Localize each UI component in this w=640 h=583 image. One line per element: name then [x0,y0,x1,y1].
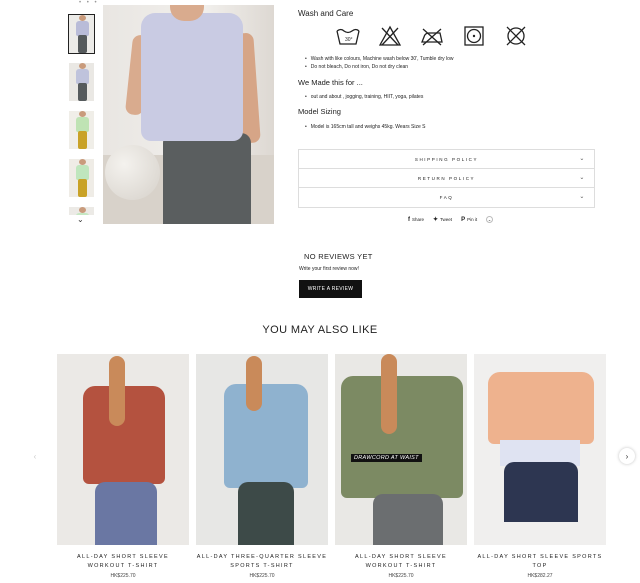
share-pinterest-link[interactable]: P Pin it [461,217,477,223]
wash-care-heading: Wash and Care [298,9,354,18]
write-review-button[interactable]: WRITE A REVIEW [299,280,362,298]
pinterest-icon: P [461,216,466,223]
made-for-list: out and about , jogging, training, HIIT,… [305,93,424,101]
product-card[interactable]: ALL-DAY SHORT SLEEVE SPORTS TOP HK$282.2… [474,354,606,579]
product-shirt [488,372,594,444]
return-policy-toggle[interactable]: RETURN POLICY ⌄ [299,169,594,188]
carousel-prev-button[interactable]: ‹ [27,448,43,464]
thumb-scroll-up-indicator[interactable]: • • • [79,0,99,6]
main-product-image[interactable] [103,5,274,224]
chevron-down-icon: ⌄ [579,194,586,200]
also-like-heading: YOU MAY ALSO LIKE [262,324,378,336]
product-price: HK$225.70 [110,573,136,579]
drawcord-tag: DRAWCORD AT WAIST [351,454,422,462]
product-card[interactable]: ALL-DAY SHORT SLEEVE WORKOUT T-SHIRT HK$… [57,354,189,579]
carousel-next-button[interactable]: › [619,448,635,464]
product-title[interactable]: ALL-DAY SHORT SLEEVE SPORTS TOP [474,553,606,571]
product-legs [95,482,157,545]
product-shirt [224,384,308,488]
product-title[interactable]: ALL-DAY THREE-QUARTER SLEEVE SPORTS T-SH… [196,553,328,571]
faq-toggle[interactable]: FAQ ⌄ [299,188,594,207]
model-sizing-list: Model is 165cm tall and weighs 45kg. Wea… [305,123,426,131]
thumbnail[interactable] [68,62,95,102]
model-hair [381,354,397,434]
share-bar: f Share ✦ Tweet P Pin it ⌄ [408,216,494,223]
tumble-dry-low-icon [464,26,484,46]
product-legs [504,462,578,522]
shipping-policy-toggle[interactable]: SHIPPING POLICY ⌄ [299,150,594,169]
facebook-icon: f [408,216,410,223]
reviews-subtext: Write your first review now! [299,266,359,272]
share-facebook-link[interactable]: f Share [408,217,424,223]
product-title[interactable]: ALL-DAY SHORT SLEEVE WORKOUT T-SHIRT [57,553,189,571]
thumbnail[interactable] [68,158,95,198]
thumbnail-shirt [76,21,89,36]
thumbnail-pants [78,131,87,149]
model-sizing-item: Model is 165cm tall and weighs 45kg. Wea… [305,123,426,131]
thumbnail-shirt [76,165,89,180]
no-iron-icon [421,28,443,46]
accordion-label: RETURN POLICY [417,175,476,181]
product-image[interactable] [474,354,606,545]
exercise-ball [105,145,160,200]
model-hair [109,356,125,426]
model-shirt [141,13,243,141]
product-price: HK$225.70 [388,573,414,579]
product-legs [373,494,443,545]
care-icons: 30° [335,24,529,48]
product-price: HK$282.27 [527,573,553,579]
care-instruction: Do not bleach, Do not iron, Do not dry c… [305,63,454,71]
product-legs [238,482,294,545]
svg-text:30°: 30° [345,37,353,43]
care-instructions-list: Wash with like colours, Machine wash bel… [305,55,454,71]
accordion-label: FAQ [439,195,454,200]
chevron-down-icon[interactable]: ⌄ [77,215,84,224]
no-dry-clean-icon [506,26,526,46]
wash-30-icon: 30° [336,28,360,45]
product-image[interactable] [57,354,189,545]
accordion-label: SHIPPING POLICY [414,156,479,162]
made-for-heading: We Made this for ... [298,78,363,87]
product-card[interactable]: DRAWCORD AT WAIST ALL-DAY SHORT SLEEVE W… [335,354,467,579]
share-twitter-link[interactable]: ✦ Tweet [433,216,452,223]
chevron-down-icon: ⌄ [579,156,586,162]
product-image[interactable]: DRAWCORD AT WAIST [335,354,467,545]
model-leggings [163,133,251,224]
thumbnail[interactable] [68,110,95,150]
twitter-icon: ✦ [433,217,439,223]
thumbnail-pants [78,35,87,53]
no-bleach-icon [378,25,402,46]
product-title[interactable]: ALL-DAY SHORT SLEEVE WORKOUT T-SHIRT [335,553,467,571]
made-for-item: out and about , jogging, training, HIIT,… [305,93,424,101]
policy-accordion: SHIPPING POLICY ⌄ RETURN POLICY ⌄ FAQ ⌄ [298,149,595,208]
thumbnail-shirt [76,117,89,132]
thumbnail[interactable] [68,14,95,54]
product-shirt [341,376,463,498]
model-sizing-heading: Model Sizing [298,107,341,116]
thumbnail-shirt [76,69,89,84]
more-share-icon[interactable]: ⌄ [486,216,494,223]
product-card[interactable]: ALL-DAY THREE-QUARTER SLEEVE SPORTS T-SH… [196,354,328,579]
product-image[interactable] [196,354,328,545]
chevron-down-icon: ⌄ [579,175,586,181]
model-hair [246,356,262,411]
reviews-heading: NO REVIEWS YET [304,252,373,261]
product-price: HK$225.70 [249,573,275,579]
thumbnail-pants [78,179,87,197]
thumbnail-pants [78,83,87,101]
care-instruction: Wash with like colours, Machine wash bel… [305,55,454,63]
